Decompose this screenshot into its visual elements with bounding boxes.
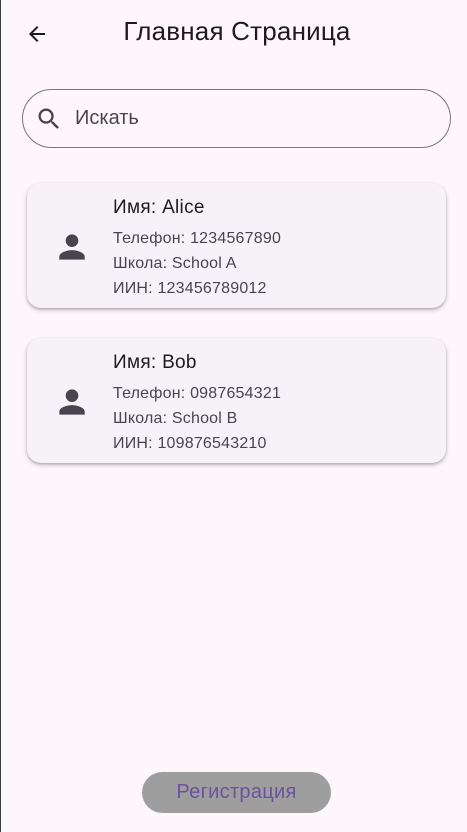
student-name: Имя: Alice bbox=[113, 197, 205, 218]
register-button[interactable]: Регистрация bbox=[142, 772, 331, 813]
page-title: Главная Страница bbox=[123, 16, 351, 46]
student-card[interactable]: Имя: Bob Телефон: 0987654321 Школа: Scho… bbox=[27, 338, 446, 463]
student-iin: ИИН: 109876543210 bbox=[113, 435, 267, 452]
student-iin: ИИН: 123456789012 bbox=[113, 280, 267, 297]
student-info: Имя: Alice Телефон: 1234567890 Школа: Sc… bbox=[113, 197, 281, 301]
student-phone: Телефон: 1234567890 bbox=[113, 230, 282, 247]
search-icon bbox=[35, 105, 63, 133]
search-input[interactable] bbox=[73, 106, 417, 131]
student-school: Школа: School A bbox=[113, 255, 237, 272]
student-card[interactable]: Имя: Alice Телефон: 1234567890 Школа: Sc… bbox=[27, 183, 446, 308]
student-phone: Телефон: 0987654321 bbox=[113, 385, 282, 402]
search-bar[interactable] bbox=[22, 89, 451, 148]
person-icon bbox=[59, 234, 85, 260]
student-school: Школа: School B bbox=[113, 410, 238, 427]
student-info: Имя: Bob Телефон: 0987654321 Школа: Scho… bbox=[113, 352, 281, 456]
app-bar: Главная Страница bbox=[1, 0, 467, 66]
person-icon bbox=[59, 389, 85, 415]
student-name: Имя: Bob bbox=[113, 352, 197, 373]
